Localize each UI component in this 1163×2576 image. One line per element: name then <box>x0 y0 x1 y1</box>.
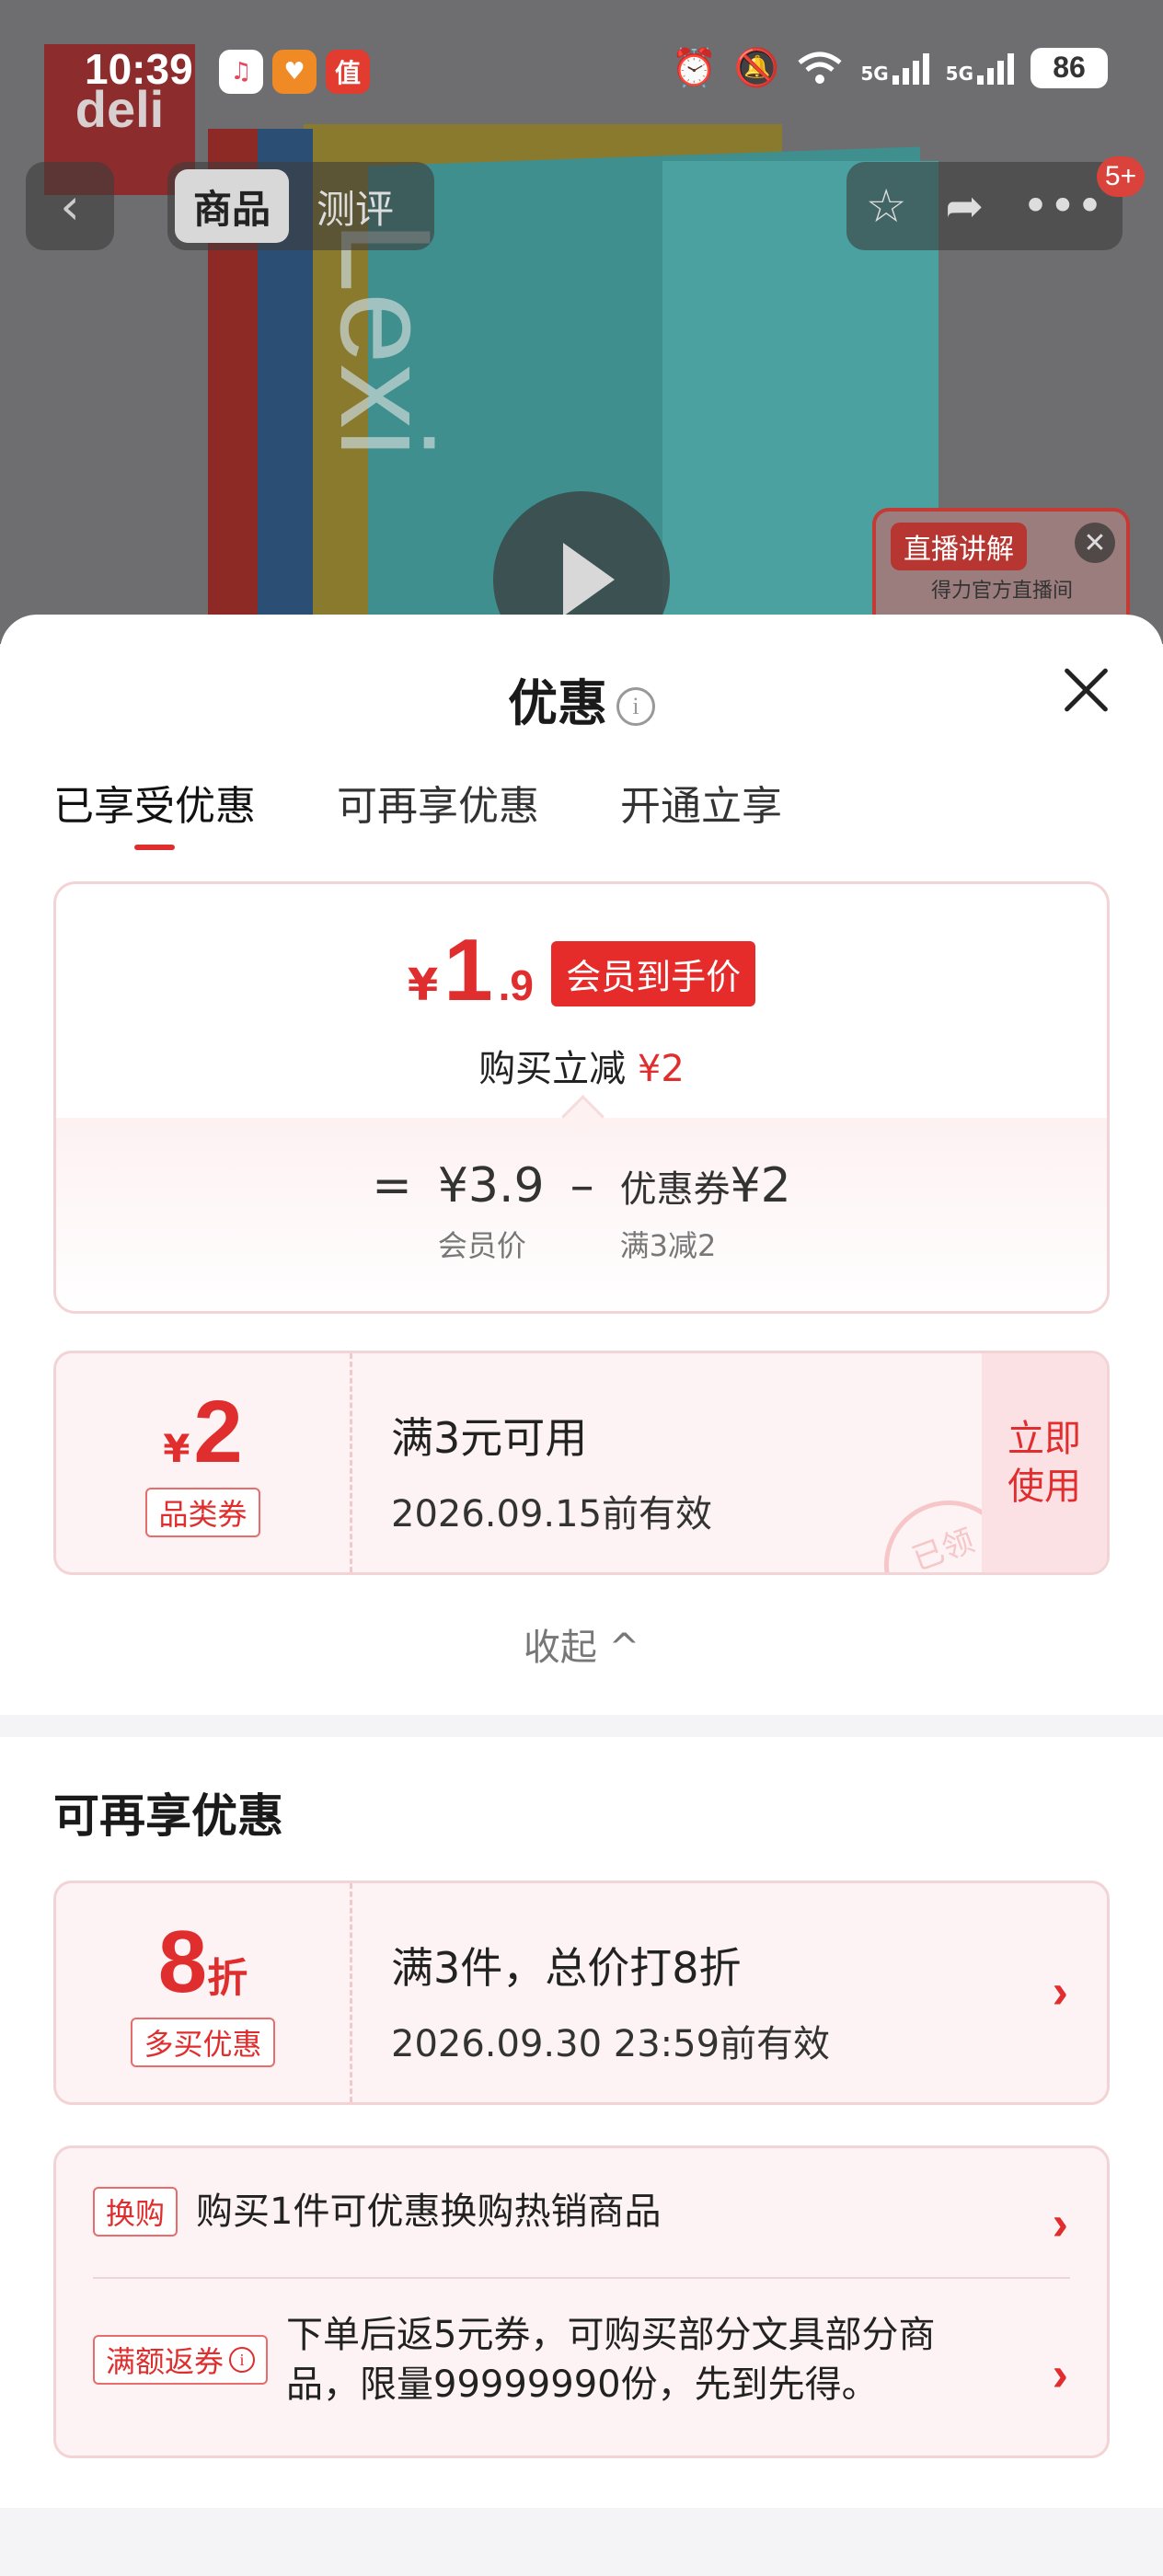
coupon-currency: ¥ <box>163 1426 190 1471</box>
battery-indicator: 86 <box>1031 47 1108 88</box>
trade-up-text: 购买1件可优惠换购热销商品 <box>196 2191 662 2233</box>
signal-5g-icon-2: 5G <box>946 52 1014 85</box>
member-price-label: 会员价 <box>437 1228 526 1263</box>
wifi-icon <box>798 52 842 84</box>
nav-actions: ☆ ➦ ••• <box>846 162 1123 250</box>
tab-review[interactable]: 测评 <box>298 169 412 243</box>
book-cover-text: Lexi <box>314 221 458 457</box>
signal-5g-icon: 5G <box>860 52 929 85</box>
nav-tabs: 商品 测评 <box>167 162 434 250</box>
tab-enjoyed[interactable]: 已享受优惠 <box>53 773 256 850</box>
reduction-label: 购买立减 <box>478 1048 627 1090</box>
share-icon[interactable]: ➦ <box>945 179 984 233</box>
status-time: 10:39 <box>85 45 193 93</box>
status-bar: 10:39 ♫ ♥ 值 ⏰ 🔕 5G 5G 86 <box>0 0 1163 138</box>
mute-icon: 🔕 <box>733 47 780 89</box>
info-icon[interactable]: i <box>616 687 655 727</box>
multi-buy-deal[interactable]: 8 折 多买优惠 满3件，总价打8折 2026.09.30 23:59前有效 › <box>53 1880 1110 2105</box>
coupon-value-area: ¥ 2 品类券 <box>56 1353 352 1572</box>
collapse-button[interactable]: 收起 ^ <box>0 1617 1163 1671</box>
back-button[interactable]: ‹ <box>26 162 114 250</box>
use-coupon-button[interactable]: 立即 使用 <box>982 1353 1107 1572</box>
coupon-condition: 满3减2 <box>619 1228 717 1263</box>
price-reduction: 购买立减 ¥2 <box>56 1039 1107 1092</box>
more-discounts-title: 可再享优惠 <box>53 1789 283 1843</box>
sheet-title-text: 优惠 <box>508 674 607 732</box>
info-icon[interactable]: i <box>229 2347 256 2373</box>
member-price-badge: 会员到手价 <box>551 941 756 1006</box>
coupon-value: ¥2 <box>730 1158 791 1213</box>
live-tag: 直播讲解 <box>891 523 1027 570</box>
minus-sign: – <box>570 1158 594 1213</box>
cashback-text: 下单后返5元券，可购买部分文具部分商品，限量99999990份，先到先得。 <box>286 2314 936 2406</box>
alarm-icon: ⏰ <box>671 47 718 89</box>
equals-sign: = <box>372 1158 412 1213</box>
coupon-type-tag: 品类券 <box>145 1488 260 1537</box>
trade-up-offer[interactable]: 换购 购买1件可优惠换购热销商品 <box>93 2187 1013 2237</box>
reduction-amount: ¥2 <box>637 1048 685 1090</box>
cashback-tag-label: 满额返券 <box>106 2344 225 2379</box>
sheet-title: 优惠 i <box>0 662 1163 735</box>
music-app-icon: ♫ <box>219 50 263 94</box>
deal-type-tag: 多买优惠 <box>131 2018 275 2067</box>
coupon-label: 优惠券 <box>619 1168 731 1211</box>
discount-tabs: 已享受优惠 可再享优惠 开通立享 <box>53 773 782 850</box>
extra-offers: 换购 购买1件可优惠换购热销商品 › 满额返券 i 下单后返5元券，可购买部分文具… <box>53 2145 1110 2458</box>
offer-divider <box>93 2277 1070 2279</box>
price-decimal: .9 <box>498 961 535 1009</box>
tab-product[interactable]: 商品 <box>175 169 290 243</box>
close-icon[interactable]: ✕ <box>1075 523 1115 563</box>
live-subtitle: 得力官方直播间 <box>931 580 1074 603</box>
coupon-expiry: 2026.09.15前有效 <box>391 1493 713 1535</box>
section-divider <box>0 1715 1163 1737</box>
tab-activate[interactable]: 开通立享 <box>620 773 782 850</box>
deal-info: 满3件，总价打8折 2026.09.30 23:59前有效 <box>391 1935 830 2067</box>
cashback-tag: 满额返券 i <box>93 2335 269 2385</box>
deal-expiry: 2026.09.30 23:59前有效 <box>391 2023 831 2065</box>
trade-up-tag: 换购 <box>93 2187 178 2237</box>
use-label-1: 立即 <box>1008 1418 1081 1460</box>
final-price: ¥ 1 .9 会员到手价 <box>56 926 1107 1015</box>
star-icon[interactable]: ☆ <box>866 179 907 233</box>
notification-badge: 5+ <box>1097 156 1145 197</box>
tab-more[interactable]: 可再享优惠 <box>337 773 539 850</box>
close-button[interactable] <box>1060 664 1111 716</box>
discount-sheet: 优惠 i 已享受优惠 可再享优惠 开通立享 ¥ 1 .9 会员到手价 购买立减 ¥… <box>0 615 1163 2576</box>
price-integer: 1 <box>443 921 493 1019</box>
price-formula: = ¥3.9 会员价 – 优惠券¥2 满3减2 <box>56 1118 1107 1311</box>
heart-app-icon: ♥ <box>272 50 317 94</box>
cashback-coupon-offer[interactable]: 满额返券 i 下单后返5元券，可购买部分文具部分商品，限量99999990份，先到… <box>93 2310 1031 2409</box>
deal-value-area: 8 折 多买优惠 <box>56 1883 352 2102</box>
status-icons: ⏰ 🔕 5G 5G 86 <box>672 46 1108 89</box>
chevron-right-icon: › <box>1052 1965 1068 2018</box>
member-price: ¥3.9 <box>437 1158 545 1213</box>
price-currency: ¥ <box>407 960 439 1011</box>
coupon-amount: 2 <box>193 1383 243 1481</box>
bottom-divider <box>0 2508 1163 2576</box>
coupon-condition-text: 满3元可用 <box>391 1413 588 1463</box>
deal-condition: 满3件，总价打8折 <box>391 1943 742 1993</box>
zhi-app-icon: 值 <box>326 50 370 94</box>
use-label-2: 使用 <box>1008 1466 1081 1508</box>
deal-discount-number: 8 <box>157 1913 208 2011</box>
category-coupon: ¥ 2 品类券 满3元可用 2026.09.15前有效 已领 立即 使用 <box>53 1351 1110 1575</box>
coupon-info: 满3元可用 2026.09.15前有效 <box>391 1405 712 1537</box>
chevron-right-icon[interactable]: › <box>1053 2347 1068 2402</box>
member-price-col: ¥3.9 会员价 <box>438 1158 545 1265</box>
more-icon[interactable]: ••• <box>1022 179 1103 233</box>
price-card: ¥ 1 .9 会员到手价 购买立减 ¥2 = ¥3.9 会员价 – 优惠券¥2 … <box>53 881 1110 1314</box>
chevron-right-icon[interactable]: › <box>1053 2196 1068 2251</box>
deal-discount-unit: 折 <box>207 1955 248 2002</box>
coupon-col: 优惠券¥2 满3减2 <box>620 1158 791 1265</box>
